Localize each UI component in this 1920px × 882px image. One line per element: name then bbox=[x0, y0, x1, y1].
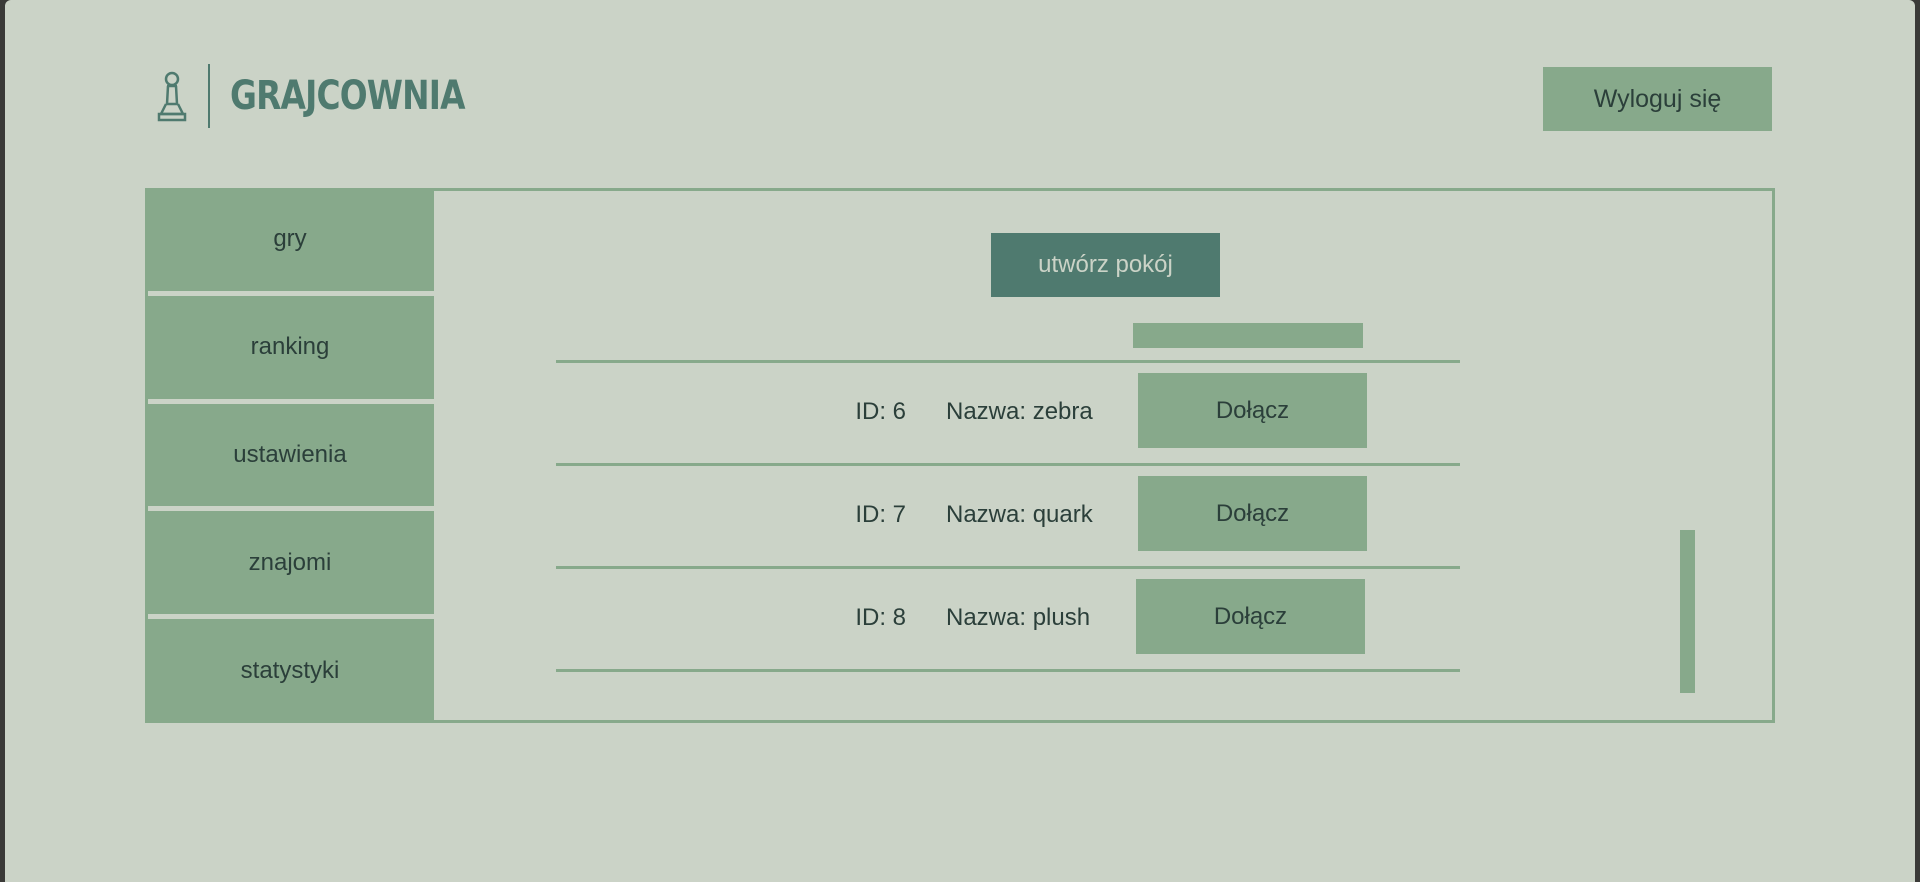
room-row: ID: 8 Nazwa: plush Dołącz bbox=[556, 568, 1460, 668]
room-id: ID: 6 bbox=[855, 398, 906, 425]
sidebar: gry ranking ustawienia znajomi statystyk… bbox=[146, 188, 434, 723]
room-row: ID: 7 Nazwa: quark Dołącz bbox=[556, 465, 1460, 565]
room-name: Nazwa: zebra bbox=[946, 398, 1093, 425]
room-name: Nazwa: quark bbox=[946, 501, 1093, 528]
sidebar-item-znajomi[interactable]: znajomi bbox=[146, 511, 434, 615]
sidebar-item-gry[interactable]: gry bbox=[146, 188, 434, 291]
room-filter-input[interactable] bbox=[1133, 323, 1363, 348]
app-viewport: GRAJCOWNIA Wyloguj się gry ranking ustaw… bbox=[5, 0, 1915, 882]
room-row: ID: 6 Nazwa: zebra Dołącz bbox=[556, 362, 1460, 462]
room-divider bbox=[556, 669, 1460, 672]
sidebar-item-ustawienia[interactable]: ustawienia bbox=[146, 403, 434, 507]
room-list-scrollbar[interactable] bbox=[1680, 530, 1695, 693]
pawn-icon bbox=[152, 68, 192, 124]
join-room-button[interactable]: Dołącz bbox=[1138, 476, 1367, 551]
join-room-button[interactable]: Dołącz bbox=[1136, 579, 1365, 654]
logo[interactable]: GRAJCOWNIA bbox=[152, 64, 516, 128]
room-name: Nazwa: plush bbox=[946, 604, 1091, 631]
logo-text: GRAJCOWNIA bbox=[230, 73, 466, 119]
logout-button[interactable]: Wyloguj się bbox=[1543, 67, 1772, 131]
sidebar-item-ranking[interactable]: ranking bbox=[146, 295, 434, 399]
join-room-button[interactable]: Dołącz bbox=[1138, 373, 1367, 448]
room-id: ID: 7 bbox=[855, 501, 906, 528]
sidebar-item-statystyki[interactable]: statystyki bbox=[146, 619, 434, 723]
room-id: ID: 8 bbox=[855, 604, 906, 631]
create-room-button[interactable]: utwórz pokój bbox=[991, 233, 1220, 297]
logo-divider bbox=[208, 64, 210, 128]
